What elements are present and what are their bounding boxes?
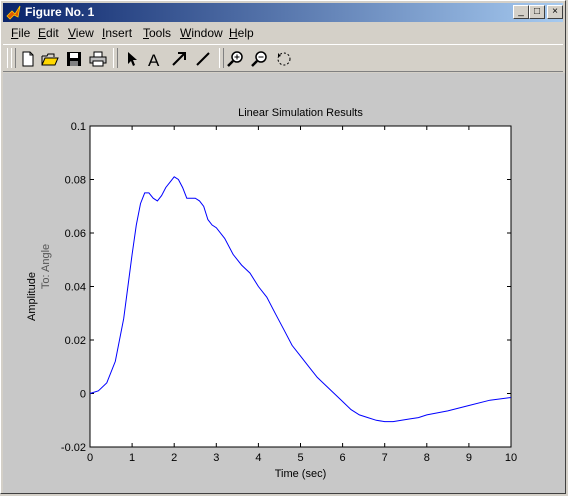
- plot-area[interactable]: [89, 125, 512, 448]
- minimize-icon: _: [518, 6, 524, 17]
- maximize-icon: □: [533, 6, 541, 17]
- figure-canvas: 0 1 2 3 4 5 6 7 8 9 10 -0.02 0 0.02 0.04 0.06 0.08 0.1 L…: [3, 73, 565, 493]
- line-insert-icon[interactable]: [192, 48, 214, 70]
- zoom-in-icon[interactable]: [225, 48, 247, 70]
- toolbar-separator: [219, 48, 224, 68]
- x-axis-label: Time (sec): [275, 468, 327, 480]
- x-tick-label: 9: [466, 452, 472, 464]
- close-button[interactable]: ×: [547, 5, 563, 19]
- x-tick-label: 8: [424, 452, 430, 464]
- menu-insert[interactable]: Insert: [102, 26, 132, 40]
- zoom-out-icon[interactable]: [249, 48, 271, 70]
- arrow-insert-icon[interactable]: [168, 48, 190, 70]
- y-axis-label: Amplitude: [26, 272, 38, 321]
- rotate-icon[interactable]: [273, 48, 295, 70]
- x-tick-label: 7: [382, 452, 388, 464]
- x-tick-label: 3: [213, 452, 219, 464]
- line-chart[interactable]: 0 1 2 3 4 5 6 7 8 9 10 -0.0200.020.040.060.080.1 L…: [3, 73, 565, 493]
- y-tick-label: 0.08: [65, 175, 86, 187]
- menu-help[interactable]: Help: [229, 26, 254, 40]
- text-insert-icon[interactable]: A: [144, 48, 166, 70]
- x-tick-label: 2: [171, 452, 177, 464]
- x-tick-label: 5: [297, 452, 303, 464]
- window-title: Figure No. 1: [25, 5, 95, 19]
- maximize-button[interactable]: □: [529, 5, 545, 19]
- x-tick-label: 10: [505, 452, 517, 464]
- x-tick-label: 6: [340, 452, 346, 464]
- menu-bar: File Edit View Insert Tools Window Help: [3, 23, 563, 42]
- y-axis-output-label: To: Angle: [40, 244, 52, 289]
- svg-text:A: A: [148, 51, 160, 70]
- y-tick-label: 0.06: [65, 228, 86, 240]
- x-tick-label: 1: [129, 452, 135, 464]
- menu-tools[interactable]: Tools: [143, 26, 171, 40]
- close-icon: ×: [552, 6, 558, 17]
- toolbar-grip[interactable]: [11, 48, 16, 68]
- minimize-button[interactable]: _: [513, 5, 529, 19]
- y-tick-label: -0.02: [61, 442, 86, 454]
- menu-view[interactable]: View: [68, 26, 94, 40]
- y-tick-label: 0.04: [65, 282, 86, 294]
- y-tick-label: 0.1: [71, 121, 86, 133]
- chart-title: Linear Simulation Results: [238, 107, 363, 119]
- save-icon[interactable]: [63, 48, 85, 70]
- menu-window[interactable]: Window: [180, 26, 223, 40]
- x-tick-label: 4: [255, 452, 261, 464]
- print-icon[interactable]: [87, 48, 109, 70]
- pointer-arrow-icon[interactable]: [120, 48, 142, 70]
- menu-edit[interactable]: Edit: [38, 26, 59, 40]
- matlab-logo-icon: [6, 5, 21, 20]
- title-bar[interactable]: Figure No. 1 _ □ ×: [3, 3, 563, 22]
- menu-file[interactable]: File: [11, 26, 30, 40]
- y-tick-label: 0.02: [65, 335, 86, 347]
- open-folder-icon[interactable]: [39, 48, 61, 70]
- toolbar-separator: [113, 48, 118, 68]
- toolbar: A: [3, 44, 563, 72]
- figure-window: Figure No. 1 _ □ × File Edit View Insert…: [0, 0, 566, 494]
- new-file-icon[interactable]: [17, 48, 39, 70]
- y-tick-label: 0: [80, 389, 86, 401]
- x-tick-label: 0: [87, 452, 93, 464]
